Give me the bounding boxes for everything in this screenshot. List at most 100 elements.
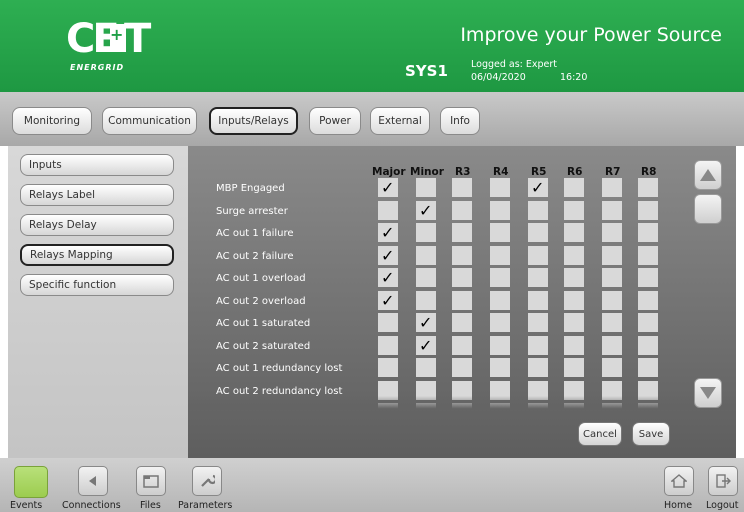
submenu-relays-delay[interactable]: Relays Delay xyxy=(20,214,174,236)
mapping-checkbox[interactable] xyxy=(602,245,622,265)
mapping-checkbox[interactable] xyxy=(452,268,472,287)
mapping-checkbox[interactable] xyxy=(528,290,548,310)
mapping-checkbox[interactable] xyxy=(564,178,584,197)
check-icon: ✓ xyxy=(419,335,433,355)
logout-icon[interactable] xyxy=(708,466,738,496)
mapping-checkbox[interactable] xyxy=(528,200,548,220)
mapping-checkbox[interactable]: ✓ xyxy=(378,178,398,197)
mapping-checkbox[interactable] xyxy=(602,313,622,332)
mapping-checkbox[interactable] xyxy=(638,335,658,355)
mapping-checkbox[interactable] xyxy=(602,268,622,287)
mapping-checkbox[interactable]: ✓ xyxy=(416,313,436,332)
home-label: Home xyxy=(664,500,693,511)
mapping-checkbox[interactable] xyxy=(528,313,548,332)
mapping-checkbox[interactable] xyxy=(490,200,510,220)
mapping-checkbox[interactable] xyxy=(452,223,472,242)
mapping-checkbox[interactable] xyxy=(602,335,622,355)
mapping-checkbox[interactable] xyxy=(638,200,658,220)
mapping-checkbox[interactable]: ✓ xyxy=(416,200,436,220)
mapping-checkbox[interactable]: ✓ xyxy=(528,178,548,197)
mapping-checkbox[interactable] xyxy=(378,358,398,377)
submenu-relays-mapping[interactable]: Relays Mapping xyxy=(20,244,174,266)
mapping-checkbox[interactable] xyxy=(638,223,658,242)
mapping-checkbox[interactable] xyxy=(490,313,510,332)
mapping-checkbox[interactable] xyxy=(528,268,548,287)
mapping-checkbox[interactable] xyxy=(452,358,472,377)
tab-monitoring[interactable]: Monitoring xyxy=(12,107,92,135)
mapping-checkbox[interactable] xyxy=(378,200,398,220)
mapping-checkbox[interactable] xyxy=(528,335,548,355)
tab-communication[interactable]: Communication xyxy=(102,107,197,135)
mapping-checkbox[interactable] xyxy=(564,290,584,310)
mapping-checkbox[interactable] xyxy=(490,358,510,377)
mapping-checkbox[interactable] xyxy=(602,178,622,197)
tab-inputs-relays[interactable]: Inputs/Relays xyxy=(209,107,298,135)
mapping-checkbox[interactable] xyxy=(638,313,658,332)
mapping-checkbox[interactable] xyxy=(416,290,436,310)
tab-power[interactable]: Power xyxy=(309,107,361,135)
mapping-checkbox[interactable] xyxy=(564,245,584,265)
mapping-checkbox[interactable] xyxy=(638,358,658,377)
mapping-checkbox[interactable] xyxy=(378,335,398,355)
save-button[interactable]: Save xyxy=(632,422,670,446)
mapping-checkbox[interactable] xyxy=(452,335,472,355)
mapping-checkbox[interactable] xyxy=(638,268,658,287)
home-glyph xyxy=(671,474,687,488)
mapping-checkbox[interactable]: ✓ xyxy=(416,335,436,355)
mapping-checkbox[interactable] xyxy=(528,223,548,242)
mapping-checkbox[interactable] xyxy=(452,245,472,265)
mapping-checkbox[interactable] xyxy=(452,200,472,220)
mapping-checkbox[interactable] xyxy=(564,313,584,332)
events-icon[interactable] xyxy=(14,466,48,498)
mapping-checkbox[interactable] xyxy=(528,245,548,265)
mapping-checkbox[interactable] xyxy=(452,178,472,197)
mapping-checkbox[interactable] xyxy=(564,335,584,355)
cancel-button[interactable]: Cancel xyxy=(578,422,622,446)
mapping-checkbox[interactable]: ✓ xyxy=(378,290,398,310)
scroll-down-button[interactable] xyxy=(694,378,722,408)
mapping-checkbox[interactable]: ✓ xyxy=(378,245,398,265)
mapping-checkbox[interactable] xyxy=(638,178,658,197)
bottom-toolbar: Events Connections Files Parameters Home… xyxy=(0,458,744,512)
mapping-checkbox[interactable] xyxy=(416,358,436,377)
submenu-specific-function[interactable]: Specific function xyxy=(20,274,174,296)
mapping-checkbox[interactable] xyxy=(416,268,436,287)
mapping-checkbox[interactable] xyxy=(416,245,436,265)
mapping-checkbox[interactable] xyxy=(602,358,622,377)
home-icon[interactable] xyxy=(664,466,694,496)
mapping-checkbox[interactable] xyxy=(564,200,584,220)
mapping-checkbox[interactable] xyxy=(602,290,622,310)
mapping-checkbox[interactable] xyxy=(452,313,472,332)
mapping-checkbox[interactable] xyxy=(638,245,658,265)
mapping-checkbox[interactable] xyxy=(490,245,510,265)
mapping-checkbox[interactable] xyxy=(452,290,472,310)
mapping-checkbox[interactable] xyxy=(564,223,584,242)
mapping-checkbox[interactable] xyxy=(490,268,510,287)
connections-icon[interactable] xyxy=(78,466,108,496)
submenu-relays-label[interactable]: Relays Label xyxy=(20,184,174,206)
mapping-checkbox[interactable] xyxy=(564,268,584,287)
mapping-checkbox[interactable] xyxy=(564,358,584,377)
tab-info[interactable]: Info xyxy=(440,107,480,135)
mapping-checkbox[interactable] xyxy=(528,358,548,377)
row-label: MBP Engaged xyxy=(216,183,285,194)
mapping-checkbox[interactable] xyxy=(602,200,622,220)
mapping-checkbox[interactable] xyxy=(416,178,436,197)
mapping-checkbox[interactable] xyxy=(490,335,510,355)
submenu-inputs[interactable]: Inputs xyxy=(20,154,174,176)
mapping-checkbox[interactable] xyxy=(602,223,622,242)
mapping-checkbox[interactable]: ✓ xyxy=(378,268,398,287)
parameters-icon[interactable] xyxy=(192,466,222,496)
relays-mapping-panel: Major Minor R3 R4 R5 R6 R7 R8 MBP Engaged ✓ ✓ Surge… xyxy=(188,146,736,458)
scroll-thumb[interactable] xyxy=(694,194,722,224)
mapping-checkbox[interactable] xyxy=(490,290,510,310)
files-icon[interactable] xyxy=(136,466,166,496)
mapping-checkbox[interactable] xyxy=(638,290,658,310)
mapping-checkbox[interactable]: ✓ xyxy=(378,223,398,242)
mapping-checkbox[interactable] xyxy=(490,223,510,242)
scroll-up-button[interactable] xyxy=(694,160,722,190)
mapping-checkbox[interactable] xyxy=(378,313,398,332)
mapping-checkbox[interactable] xyxy=(490,178,510,197)
tab-external[interactable]: External xyxy=(370,107,430,135)
mapping-checkbox[interactable] xyxy=(416,223,436,242)
